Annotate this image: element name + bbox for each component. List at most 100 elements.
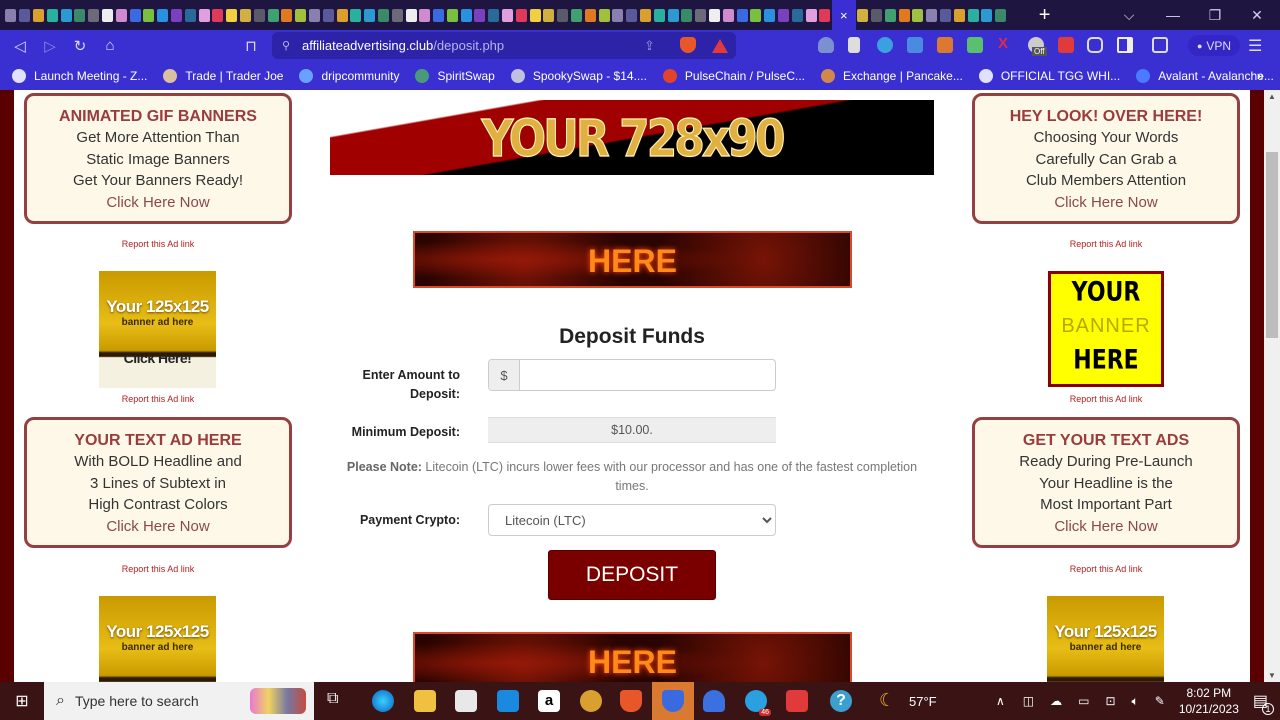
bookmark-item[interactable]: Exchange | Pancake... xyxy=(820,68,963,83)
page-scrollbar[interactable]: ▲ ▼ xyxy=(1264,90,1280,682)
bookmark-item[interactable]: dripcommunity xyxy=(299,68,399,83)
network-icon[interactable]: ⊡ xyxy=(1105,694,1115,708)
browser-tab[interactable] xyxy=(156,4,170,26)
new-tab-button[interactable]: + xyxy=(1030,4,1060,27)
browser-tab[interactable] xyxy=(183,4,197,26)
browser-tab[interactable] xyxy=(487,4,501,26)
bookmark-item[interactable]: SpookySwap - $14.... xyxy=(510,68,647,83)
ad-cta-link[interactable]: Click Here Now xyxy=(975,516,1237,538)
bookmark-item[interactable]: OFFICIAL TGG WHI... xyxy=(978,68,1120,83)
browser-tab[interactable] xyxy=(911,4,925,26)
browser-tab[interactable] xyxy=(32,4,46,26)
browser-tab[interactable] xyxy=(73,4,87,26)
store-icon[interactable] xyxy=(455,690,477,712)
report-ad-link[interactable]: Report this Ad link xyxy=(24,239,292,249)
browser-tab[interactable] xyxy=(418,4,432,26)
amazon-icon[interactable]: a xyxy=(538,690,560,712)
active-tab[interactable]: × xyxy=(831,0,856,30)
close-tab-icon[interactable]: × xyxy=(840,8,848,23)
weather-moon-icon[interactable]: ☾ xyxy=(879,690,901,712)
browser-tab[interactable] xyxy=(101,4,115,26)
browser-tab[interactable] xyxy=(939,4,953,26)
browser-tab[interactable] xyxy=(952,4,966,26)
report-ad-link[interactable]: Report this Ad link xyxy=(972,564,1240,574)
nordvpn-icon[interactable] xyxy=(703,690,725,712)
browser-tab[interactable] xyxy=(18,4,32,26)
amount-input[interactable] xyxy=(520,360,775,390)
bookmarks-overflow-button[interactable]: » xyxy=(1257,68,1264,83)
browser-tab[interactable] xyxy=(59,4,73,26)
yellow-banner-ad[interactable]: YOUR BANNER HERE xyxy=(1048,271,1164,387)
bookmark-item[interactable]: Avalant - Avalanche... xyxy=(1136,68,1274,83)
wallet-icon[interactable] xyxy=(1152,37,1168,53)
extension-icon-9[interactable] xyxy=(1058,37,1074,53)
browser-tab[interactable] xyxy=(721,4,735,26)
report-ad-link[interactable]: Report this Ad link xyxy=(972,394,1240,404)
browser-tab[interactable] xyxy=(280,4,294,26)
browser-tab[interactable] xyxy=(966,4,980,26)
browser-tab[interactable] xyxy=(870,4,884,26)
file-explorer-icon[interactable] xyxy=(414,690,436,712)
extension-icon-3[interactable] xyxy=(877,37,893,53)
text-ad-get-your[interactable]: GET YOUR TEXT ADS Ready During Pre-Launc… xyxy=(972,417,1240,548)
telegram-icon[interactable]: 46 xyxy=(745,690,771,716)
extension-icon-8[interactable]: Off xyxy=(1028,37,1047,56)
notifications-icon[interactable]: ▤ 1 xyxy=(1253,691,1274,715)
browser-tab[interactable] xyxy=(597,4,611,26)
extension-icon-6[interactable] xyxy=(967,37,983,53)
browser-tab[interactable] xyxy=(883,4,897,26)
brave-rewards-icon[interactable] xyxy=(712,39,728,53)
browser-tab[interactable] xyxy=(87,4,101,26)
browser-tab[interactable] xyxy=(680,4,694,26)
extension-icon-4[interactable] xyxy=(907,37,923,53)
browser-tab[interactable] xyxy=(501,4,515,26)
browser-tab[interactable] xyxy=(211,4,225,26)
browser-tab[interactable] xyxy=(432,4,446,26)
onedrive-icon[interactable]: ☁ xyxy=(1050,694,1062,708)
fire-banner-ad[interactable]: HERE xyxy=(413,632,852,682)
help-icon[interactable]: ? xyxy=(830,690,852,712)
brave-shields-icon[interactable] xyxy=(680,37,696,53)
browser-tab[interactable] xyxy=(994,4,1008,26)
power-icon[interactable]: ▭ xyxy=(1078,694,1089,708)
scroll-down-arrow[interactable]: ▼ xyxy=(1264,671,1280,680)
browser-tab[interactable] xyxy=(473,4,487,26)
restore-button[interactable]: ❐ xyxy=(1192,0,1238,30)
text-ad-hey-look[interactable]: HEY LOOK! OVER HERE! Choosing Your Words… xyxy=(972,93,1240,224)
bookmark-button[interactable]: ⊓ xyxy=(236,31,266,61)
bookmark-item[interactable]: Trade | Trader Joe xyxy=(163,68,283,83)
browser-tab[interactable] xyxy=(749,4,763,26)
browser-tab[interactable] xyxy=(652,4,666,26)
report-ad-link[interactable]: Report this Ad link xyxy=(972,239,1240,249)
browser-tab[interactable] xyxy=(611,4,625,26)
browser-tab[interactable] xyxy=(349,4,363,26)
close-window-button[interactable]: ✕ xyxy=(1234,0,1280,30)
browser-tab[interactable] xyxy=(446,4,460,26)
tab-search-button[interactable]: ⌵ xyxy=(1106,0,1152,30)
browser-tab[interactable] xyxy=(252,4,266,26)
browser-tab[interactable] xyxy=(777,4,791,26)
browser-tab[interactable] xyxy=(308,4,322,26)
report-ad-link[interactable]: Report this Ad link xyxy=(24,394,292,404)
browser-tab[interactable] xyxy=(980,4,994,26)
browser-tab[interactable] xyxy=(666,4,680,26)
browser-tab[interactable] xyxy=(856,4,870,26)
browser-tab[interactable] xyxy=(335,4,349,26)
browser-tab[interactable] xyxy=(514,4,528,26)
banner-728x90-ad[interactable]: YOUR 728x90 xyxy=(330,100,934,175)
banner-125-ad[interactable]: Your 125x125 banner ad here Click Here! xyxy=(99,271,216,388)
taskbar-search[interactable]: ⌕ Type here to search xyxy=(44,682,314,720)
metamask-icon[interactable] xyxy=(937,37,953,53)
minimize-button[interactable]: — xyxy=(1150,0,1196,30)
browser-tab[interactable] xyxy=(225,4,239,26)
browser-tab[interactable] xyxy=(694,4,708,26)
browser-tab[interactable] xyxy=(459,4,473,26)
browser-tab[interactable] xyxy=(4,4,18,26)
security-app-active[interactable] xyxy=(652,682,694,720)
sidebar-toggle-icon[interactable] xyxy=(1117,37,1133,53)
browser-tab[interactable] xyxy=(542,4,556,26)
site-info-icon[interactable]: ⚲ xyxy=(282,39,290,52)
banner-125-ad[interactable]: Your 125x125 banner ad here xyxy=(1047,596,1164,682)
browser-tab[interactable] xyxy=(363,4,377,26)
browser-tab[interactable] xyxy=(708,4,722,26)
